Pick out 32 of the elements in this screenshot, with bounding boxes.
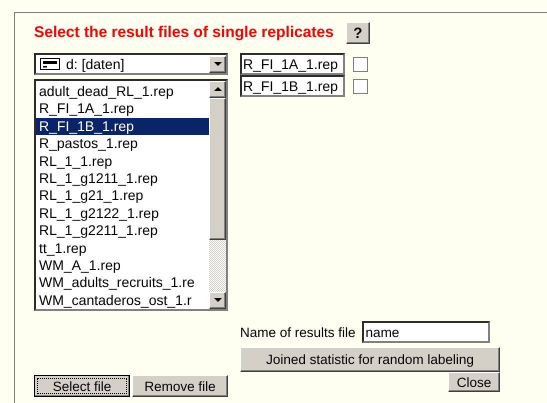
file-item[interactable]: WM_adults_recruits_1.re (36, 274, 195, 292)
scrollbar-thumb[interactable] (209, 98, 226, 240)
checkbox[interactable] (353, 78, 368, 94)
results-name-field[interactable]: name (362, 321, 490, 343)
file-item[interactable]: adult_dead_RL_1.rep (36, 83, 174, 100)
file-item[interactable]: tt_1.rep (36, 240, 86, 258)
checkbox[interactable] (353, 56, 368, 72)
file-list[interactable] (34, 79, 228, 311)
close-button[interactable]: Close (448, 372, 500, 392)
remove-file-button[interactable]: Remove file (132, 375, 228, 397)
scroll-down-icon[interactable] (209, 292, 226, 309)
drive-dropdown[interactable]: d: [daten] (34, 53, 228, 75)
file-item[interactable]: R_pastos_1.rep (36, 135, 138, 153)
file-item[interactable]: WM_A_1.rep (36, 257, 121, 274)
chosen-file: R_FI_1B_1.rep (240, 75, 345, 97)
file-item[interactable]: RL_1_g21_1.rep (36, 187, 144, 205)
file-item[interactable]: RL_1_g1211_1.rep (36, 170, 158, 188)
scroll-up-icon[interactable] (209, 81, 226, 98)
help-button[interactable]: ? (346, 22, 370, 44)
file-item[interactable]: R_FI_1A_1.rep (36, 100, 134, 118)
results-name-label: Name of results file (240, 324, 356, 340)
joined-statistic-button[interactable]: Joined statistic for random labeling (240, 347, 500, 372)
file-item[interactable]: RL_1_g2122_1.rep (36, 204, 159, 222)
file-item[interactable]: WM_cantaderos_ost_1.r (36, 292, 192, 309)
chosen-file: R_FI_1A_1.rep (240, 53, 345, 75)
file-item[interactable]: RL_1_g2211_1.rep (36, 222, 158, 240)
file-item[interactable]: RL_1_1.rep (36, 152, 112, 170)
file-item[interactable]: R_FI_1B_1.rep (36, 118, 209, 136)
dialog-title: Select the result files of single replicates (34, 24, 334, 42)
drive-label: d: [daten] (66, 56, 126, 72)
drive-icon (40, 58, 60, 70)
select-file-button[interactable]: Select file (34, 375, 130, 397)
